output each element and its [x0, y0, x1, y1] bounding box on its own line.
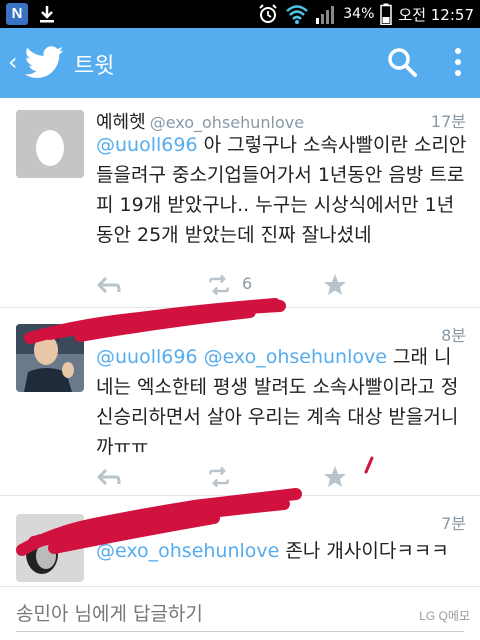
naver-notification-icon: N [6, 3, 28, 25]
reply-underline [16, 631, 464, 632]
wifi-icon [286, 5, 309, 24]
avatar[interactable] [16, 110, 84, 178]
page-title: 트윗 [74, 54, 115, 79]
search-icon[interactable] [384, 44, 420, 80]
favorite-star-icon[interactable] [322, 464, 348, 490]
retweet-icon[interactable] [206, 272, 232, 298]
reply-icon[interactable] [96, 464, 122, 490]
clock: 오전 12:57 [398, 5, 474, 24]
overflow-menu-icon[interactable] [446, 44, 470, 80]
mention-link[interactable]: @uuoll696 [96, 134, 198, 156]
retweet-count: 6 [242, 274, 253, 293]
battery-percent: 34% [343, 6, 375, 22]
reply-input[interactable] [16, 599, 396, 629]
status-bar: N 34% 오전 12:57 [0, 0, 480, 28]
reply-bar: LG Q메모 [0, 586, 480, 640]
tweet-text: @uuoll696 아 그렇구나 소속사빨이란 소리안들을려구 중소기업들어가서… [96, 130, 468, 250]
tweet-text: @uuoll696 @exo_ohsehunlove 그래 니네는 엑소한테 평… [96, 342, 468, 462]
back-chevron-icon[interactable]: ‹ [8, 48, 18, 76]
app-bar: ‹ 트윗 [0, 28, 480, 98]
tweet-body: 존나 개사이다ㅋㅋㅋ [279, 540, 449, 562]
redaction-dot [364, 456, 374, 474]
tweet-actions [96, 464, 396, 490]
tweet-time: 17분 [430, 112, 466, 131]
mention-link[interactable]: @uuoll696 @exo_ohsehunlove [96, 346, 387, 368]
battery-icon [380, 3, 393, 25]
default-egg-avatar-icon [16, 110, 84, 178]
favorite-star-icon[interactable] [322, 272, 348, 298]
twitter-bird-icon[interactable] [24, 46, 64, 80]
tweet-actions: 6 [96, 272, 396, 298]
tweet-time: 7분 [441, 514, 466, 533]
reply-icon[interactable] [96, 272, 122, 298]
alarm-icon [259, 4, 277, 23]
tweet[interactable]: 예헤헷 @exo_ohsehunlove 17분 @uuoll696 아 그렇구나… [0, 98, 480, 308]
signal-icon [316, 6, 335, 24]
download-icon [40, 6, 54, 23]
retweet-icon[interactable] [206, 464, 232, 490]
keyboard-qmemo-label[interactable]: LG Q메모 [419, 607, 470, 624]
redaction-scribble [16, 488, 302, 556]
redaction-scribble [24, 298, 286, 344]
